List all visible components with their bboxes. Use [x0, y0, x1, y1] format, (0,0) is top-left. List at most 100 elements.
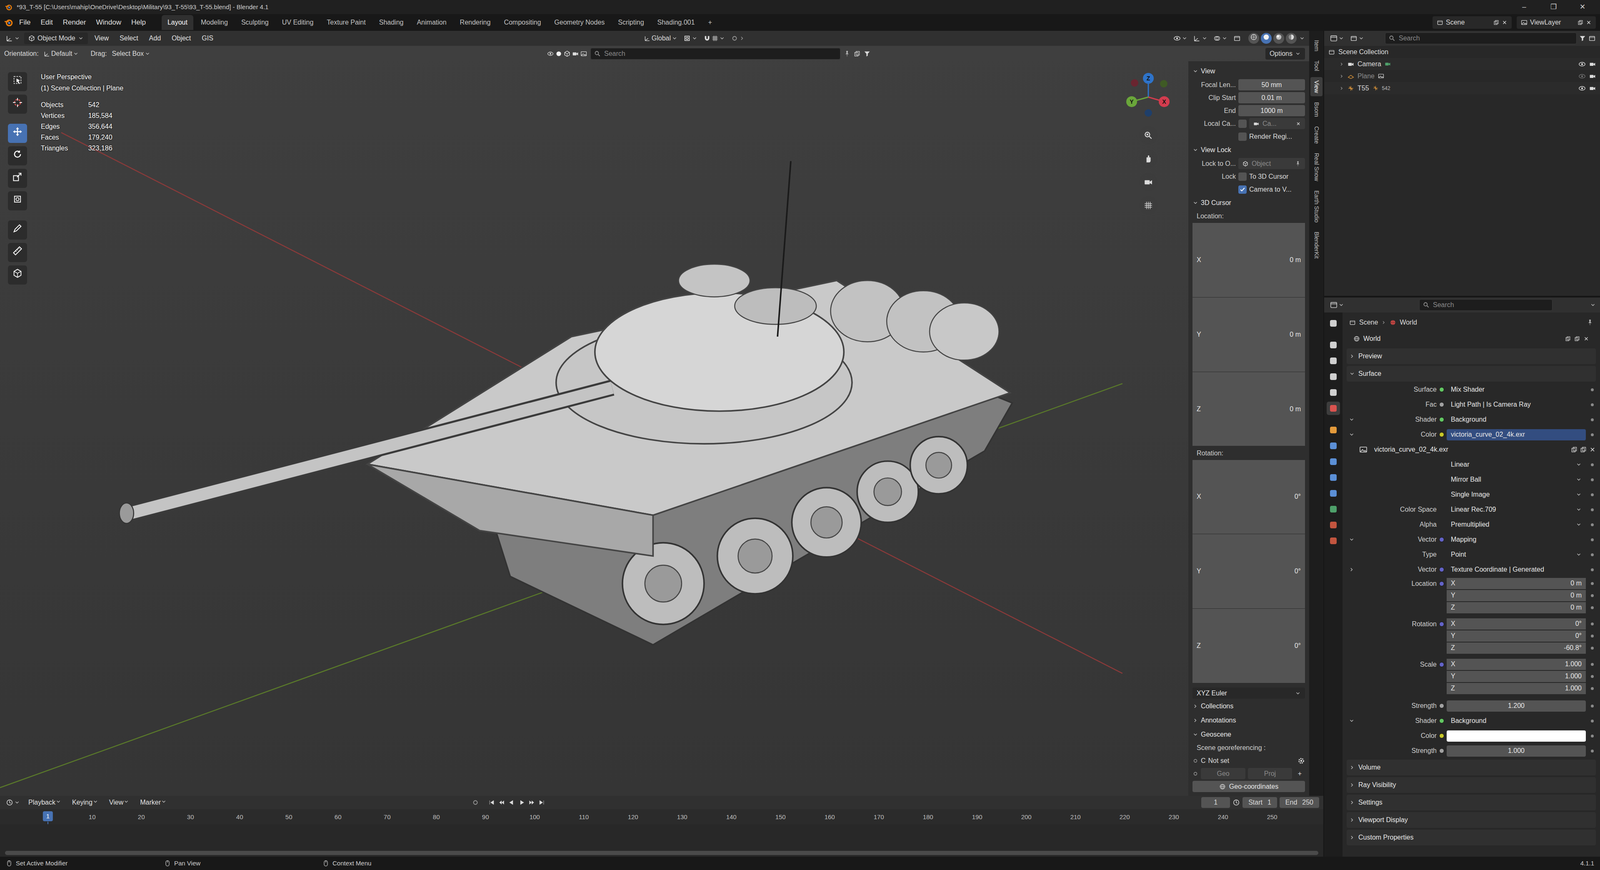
pin-icon[interactable]	[1586, 319, 1594, 326]
disclosure-chevron-icon[interactable]	[77, 35, 84, 42]
sidebar-tab[interactable]: Real Snow	[1310, 149, 1323, 185]
playhead[interactable]: 1	[42, 811, 53, 822]
outliner-row[interactable]: T55542	[1324, 82, 1600, 95]
number-field[interactable]: 1.200	[1446, 700, 1586, 712]
axis-field[interactable]: Z0 m	[1192, 372, 1305, 447]
checkbox[interactable]	[1238, 132, 1247, 141]
keyframe-button[interactable]	[1588, 553, 1596, 557]
properties-tab[interactable]	[1326, 534, 1340, 548]
tool-button[interactable]	[7, 265, 28, 285]
panel-header[interactable]: Annotations	[1190, 713, 1307, 728]
visibility-toggle-icon[interactable]	[1578, 72, 1586, 80]
outliner-search-field[interactable]	[1385, 32, 1577, 45]
header-menu[interactable]: GIS	[197, 32, 218, 45]
disclosure-chevron-icon[interactable]	[160, 798, 167, 805]
disclosure-chevron-icon[interactable]	[1348, 566, 1355, 573]
filter-icon[interactable]	[1579, 35, 1586, 42]
panel-header[interactable]: 3D Cursor	[1190, 196, 1307, 210]
shading-button[interactable]	[1273, 32, 1285, 44]
breadcrumb-item[interactable]: World	[1399, 317, 1418, 328]
panel-header[interactable]: View Lock	[1190, 143, 1307, 157]
transform-orientation-dropdown[interactable]: Default	[42, 47, 81, 60]
number-field[interactable]: 50 mm	[1238, 79, 1305, 91]
tool-button[interactable]	[7, 220, 28, 240]
expand-arrow-icon[interactable]	[1339, 61, 1345, 67]
disclosure-chevron-icon[interactable]	[1181, 35, 1188, 42]
header-menu[interactable]: Object	[167, 32, 195, 45]
axis-handle[interactable]: X	[1158, 96, 1170, 108]
workspace-tab[interactable]: Scripting	[612, 15, 650, 30]
workspace-tab[interactable]: UV Editing	[276, 15, 320, 30]
tool-button[interactable]	[7, 72, 28, 92]
panel-header[interactable]: Viewport Display	[1346, 812, 1596, 828]
axis-field[interactable]: Y0 m	[1192, 297, 1305, 372]
workspace-tab[interactable]: Layout	[161, 15, 194, 30]
disclosure-chevron-icon[interactable]	[1575, 521, 1582, 528]
clear-icon[interactable]	[1295, 121, 1301, 127]
visibility-toggle-icon[interactable]	[1578, 60, 1586, 68]
disclosure-chevron-icon[interactable]	[14, 35, 20, 42]
axis-field[interactable]: Z-60.8°	[1446, 642, 1586, 654]
disclosure-chevron-icon[interactable]	[1349, 799, 1355, 806]
workspace-tab[interactable]: Geometry Nodes	[548, 15, 611, 30]
axis-field[interactable]: Z0°	[1192, 608, 1305, 683]
keyframe-button[interactable]	[1588, 388, 1596, 392]
display-mode-button[interactable]	[1348, 33, 1366, 43]
disclosure-chevron-icon[interactable]	[1295, 50, 1301, 57]
keyframe-button[interactable]	[1588, 403, 1596, 407]
world-selector[interactable]: World	[1349, 333, 1594, 345]
next-keyframe-icon[interactable]	[528, 799, 535, 806]
timeline-menu[interactable]: Keying	[67, 796, 103, 809]
disclosure-chevron-icon[interactable]	[1192, 703, 1199, 710]
play-icon[interactable]	[518, 799, 525, 806]
menu-item[interactable]: Render	[58, 15, 91, 30]
view-layer-selector[interactable]: ViewLayer	[1516, 16, 1596, 29]
number-field[interactable]: 1000 m	[1238, 105, 1305, 117]
current-frame-field[interactable]: 1	[1201, 797, 1230, 808]
color-swatch[interactable]	[1446, 730, 1586, 742]
keyframe-button[interactable]	[1588, 478, 1596, 482]
disclosure-chevron-icon[interactable]	[72, 50, 79, 57]
dropdown[interactable]: Single Image	[1446, 489, 1586, 501]
render-toggle-icon[interactable]	[1589, 60, 1596, 68]
viewport-search-field[interactable]	[590, 47, 841, 60]
expand-arrow-icon[interactable]	[1339, 85, 1345, 91]
workspace-tab[interactable]: Rendering	[454, 15, 497, 30]
panel-header[interactable]: Preview	[1346, 348, 1596, 365]
keyframe-button[interactable]	[1588, 704, 1596, 708]
disclosure-chevron-icon[interactable]	[1349, 834, 1355, 841]
number-field[interactable]: 0.01 m	[1238, 92, 1305, 104]
keyframe-button[interactable]	[1588, 634, 1596, 638]
axis-handle[interactable]: Y	[1126, 96, 1138, 108]
properties-tab[interactable]	[1326, 316, 1340, 330]
filter-icon[interactable]	[863, 50, 871, 58]
properties-tab[interactable]	[1326, 470, 1340, 485]
properties-tab[interactable]	[1326, 455, 1340, 469]
disclosure-chevron-icon[interactable]	[1349, 764, 1355, 771]
keyframe-button[interactable]	[1588, 749, 1596, 753]
keyframe-button[interactable]	[1588, 646, 1596, 650]
proportional-button[interactable]	[729, 33, 747, 43]
panel-header[interactable]: Collections	[1190, 699, 1307, 713]
filter-objects-icon[interactable]	[555, 50, 563, 58]
axis-field[interactable]: X0 m	[1192, 222, 1305, 298]
axis-field[interactable]: Y0°	[1446, 630, 1586, 642]
disclosure-chevron-icon[interactable]	[1358, 35, 1365, 42]
checkbox[interactable]	[1238, 119, 1247, 128]
filter-visible-icon[interactable]	[547, 50, 554, 58]
duplicate-icon[interactable]	[1577, 19, 1584, 26]
axis-field[interactable]: Z1.000	[1446, 682, 1586, 695]
axis-field[interactable]: X1.000	[1446, 658, 1586, 670]
axis-field[interactable]: X0°	[1192, 460, 1305, 535]
snap-button[interactable]	[701, 33, 727, 43]
sidebar-tab[interactable]: Item	[1310, 36, 1323, 55]
horizontal-scrollbar[interactable]	[5, 850, 1319, 855]
axis-field[interactable]: Z0 m	[1446, 602, 1586, 614]
menu-item[interactable]: Edit	[36, 15, 57, 30]
tool-button[interactable]	[7, 94, 28, 114]
eyedropper-icon[interactable]	[1295, 160, 1301, 167]
keyframe-button[interactable]	[1588, 719, 1596, 723]
jump-start-icon[interactable]	[488, 799, 495, 806]
dropdown[interactable]: Linear Rec.709	[1446, 504, 1586, 516]
axis-field[interactable]: Y1.000	[1446, 670, 1586, 683]
